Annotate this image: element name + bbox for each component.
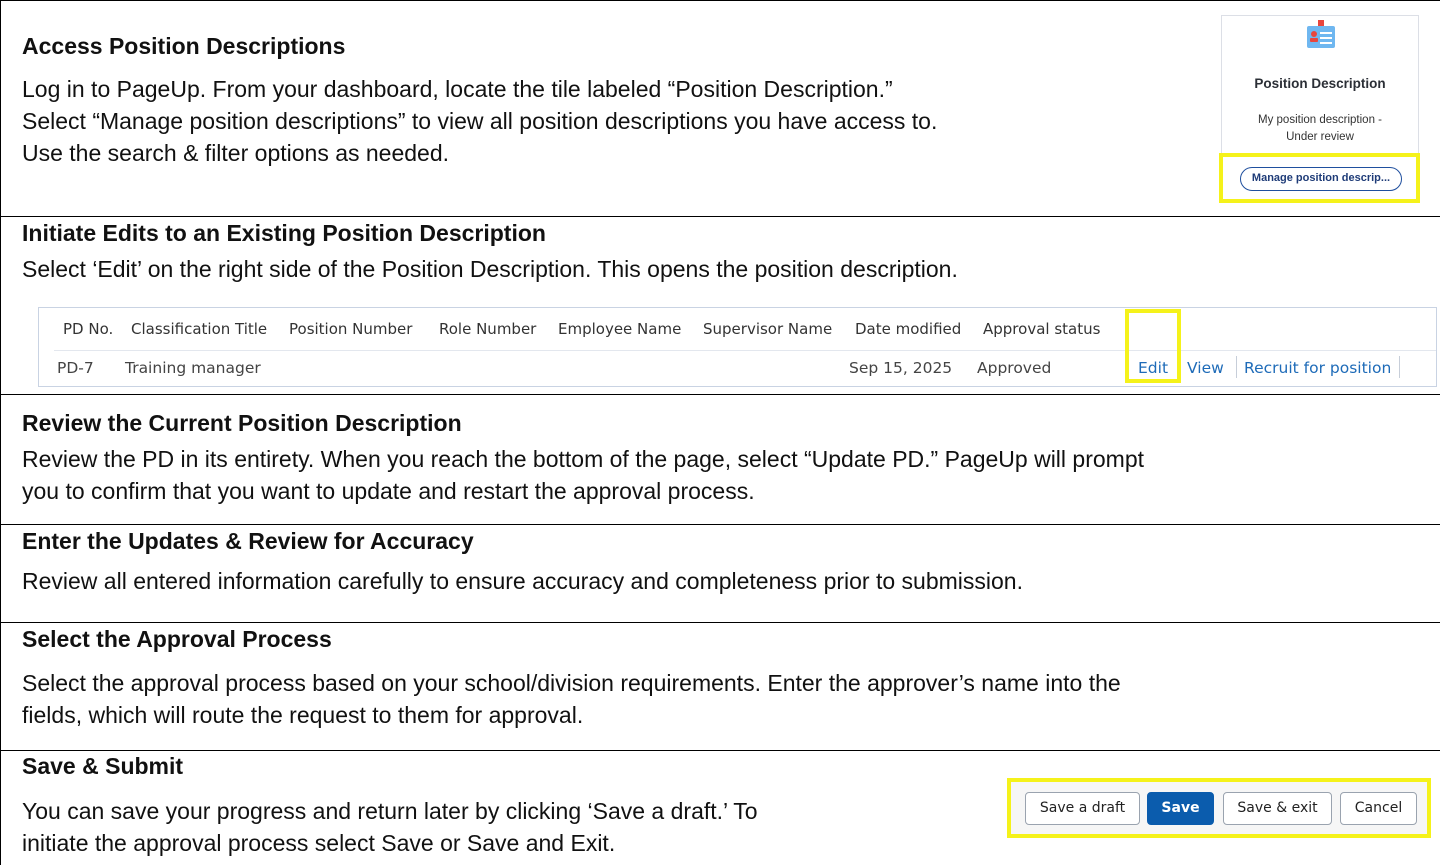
view-link[interactable]: View (1187, 359, 1224, 377)
section-heading: Save & Submit (22, 753, 184, 779)
section-access: Access Position Descriptions Log in to P… (1, 1, 1440, 217)
tile-status: My position description - Under review (1222, 112, 1418, 146)
column-header: PD No. (63, 320, 114, 338)
recruit-for-position-link[interactable]: Recruit for position (1244, 359, 1391, 377)
section-body: Review all entered information carefully… (22, 565, 1023, 597)
section-body: Select ‘Edit’ on the right side of the P… (22, 253, 958, 285)
section-body: You can save your progress and return la… (22, 795, 758, 859)
section-heading: Enter the Updates & Review for Accuracy (22, 528, 474, 554)
cell-date-modified: Sep 15, 2025 (849, 359, 953, 377)
body-line: Review all entered information carefully… (22, 568, 1023, 594)
section-body: Log in to PageUp. From your dashboard, l… (22, 73, 937, 169)
header-divider (54, 350, 1436, 351)
action-divider (1399, 356, 1400, 378)
save-button[interactable]: Save (1147, 792, 1214, 825)
body-line: You can save your progress and return la… (22, 798, 758, 824)
section-heading: Select the Approval Process (22, 626, 332, 652)
column-header: Approval status (983, 320, 1101, 338)
body-line: Select the approval process based on you… (22, 670, 1121, 696)
cancel-button[interactable]: Cancel (1340, 792, 1417, 825)
manage-position-descriptions-button[interactable]: Manage position descrip... (1240, 167, 1402, 191)
cell-classification-title: Training manager (125, 359, 261, 377)
body-line: Select “Manage position descriptions” to… (22, 108, 938, 134)
column-header: Classification Title (131, 320, 268, 338)
column-header: Supervisor Name (703, 320, 833, 338)
column-header: Employee Name (558, 320, 682, 338)
section-heading: Initiate Edits to an Existing Position D… (22, 220, 546, 246)
body-line: you to confirm that you want to update a… (22, 478, 755, 504)
column-header: Date modified (855, 320, 962, 338)
body-line: Select ‘Edit’ on the right side of the P… (22, 256, 958, 282)
form-action-buttons: Save a draft Save Save & exit Cancel (1007, 778, 1431, 838)
section-heading: Review the Current Position Description (22, 410, 462, 436)
body-line: initiate the approval process select Sav… (22, 830, 616, 856)
body-line: Use the search & filter options as neede… (22, 140, 450, 166)
highlight-box (1125, 309, 1181, 383)
save-draft-button[interactable]: Save a draft (1025, 792, 1140, 825)
section-enter-updates: Enter the Updates & Review for Accuracy … (1, 525, 1440, 623)
column-header: Role Number (439, 320, 537, 338)
tile-title: Position Description (1254, 76, 1386, 91)
section-body: Select the approval process based on you… (22, 667, 1121, 731)
action-divider (1236, 356, 1237, 378)
body-line: fields, which will route the request to … (22, 702, 584, 728)
section-review-current: Review the Current Position Description … (1, 395, 1440, 525)
column-header: Position Number (289, 320, 413, 338)
id-card-icon (1307, 20, 1335, 48)
position-descriptions-table: PD No. Classification Title Position Num… (38, 307, 1437, 387)
body-line: Log in to PageUp. From your dashboard, l… (22, 76, 893, 102)
tile-status-line: Under review (1286, 131, 1354, 143)
tile-status-line: My position description - (1258, 114, 1382, 126)
cell-approval-status: Approved (977, 359, 1052, 377)
section-select-approval: Select the Approval Process Select the a… (1, 623, 1440, 751)
body-line: Review the PD in its entirety. When you … (22, 446, 1145, 472)
instruction-document: Access Position Descriptions Log in to P… (0, 0, 1440, 865)
cell-pd-no: PD-7 (57, 359, 94, 377)
save-exit-button[interactable]: Save & exit (1223, 792, 1332, 825)
section-heading: Access Position Descriptions (22, 33, 346, 59)
section-body: Review the PD in its entirety. When you … (22, 443, 1144, 507)
